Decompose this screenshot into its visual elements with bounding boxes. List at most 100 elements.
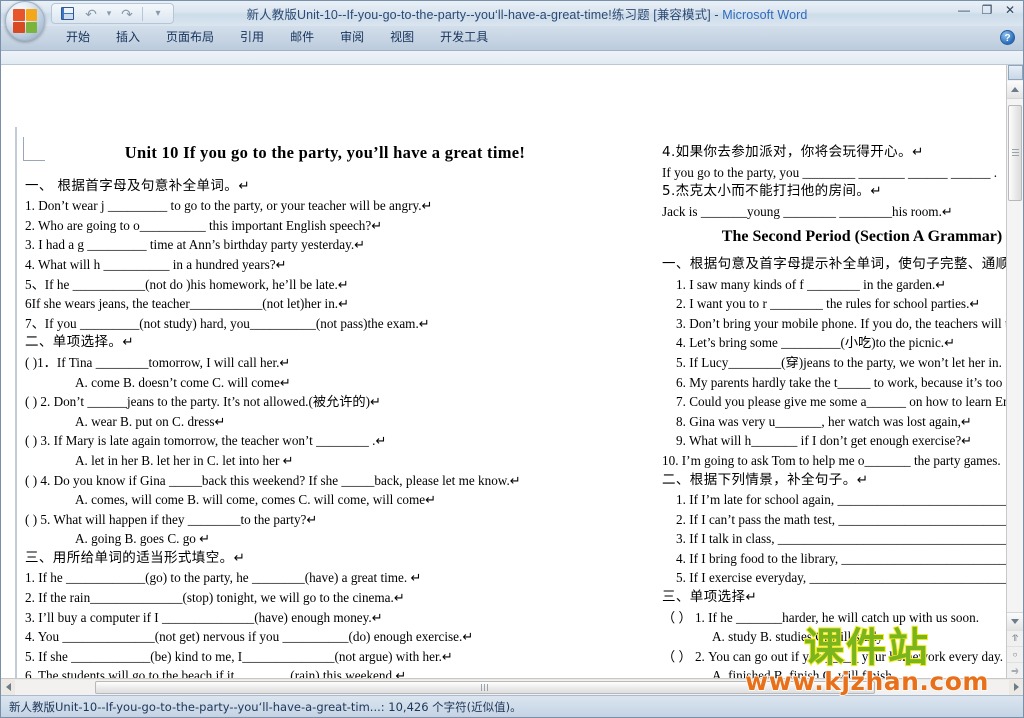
left-line: 3. I had a g _________ time at Ann’s bir…	[25, 237, 366, 253]
left-line: 1. If he ____________(go) to the party, …	[25, 570, 422, 586]
right-line: 8. Gina was very u_______, her watch was…	[676, 413, 972, 429]
tab-insert[interactable]: 插入	[103, 25, 153, 50]
document-work-area: Unit 10 If you go to the party, you’ll h…	[1, 65, 1023, 678]
quick-access-toolbar: ↶ ▾ ↷ ▾	[51, 3, 174, 24]
tab-view[interactable]: 视图	[377, 25, 427, 50]
right-line: 10. I’m going to ask Tom to help me o___…	[662, 452, 1001, 468]
browse-buttons	[1007, 630, 1023, 678]
right-line: If you go to the party, you ________ ___…	[662, 164, 998, 180]
tab-page-layout[interactable]: 页面布局	[153, 25, 227, 50]
right-line: 2. I want you to r ________ the rules fo…	[676, 296, 981, 312]
scroll-down-button[interactable]	[1007, 612, 1023, 630]
left-line: ( ) 4. Do you know if Gina _____back thi…	[25, 472, 521, 488]
save-icon	[60, 7, 74, 20]
left-line: 6If she wears jeans, the teacher________…	[25, 296, 350, 312]
right-line: 3. If I talk in class, _________________…	[676, 531, 1006, 547]
right-line: 4. If I bring food to the library, _____…	[676, 550, 1006, 566]
left-line: ( ) 3. If Mary is late again tomorrow, t…	[25, 433, 387, 449]
window-title-document: 新人教版Unit-10--If-you-go-to-the-party--you…	[246, 8, 711, 22]
left-line: 4. What will h __________ in a hundred y…	[25, 256, 287, 272]
undo-dropdown-icon[interactable]: ▾	[104, 5, 114, 23]
right-line: A. study B. studies C. will study	[712, 629, 884, 645]
left-line: 1. Don’t wear j _________ to go to the p…	[25, 198, 433, 214]
right-line: 1. I saw many kinds of f ________ in the…	[676, 276, 947, 292]
left-line: A. come B. doesn’t come C. will come↵	[75, 374, 291, 390]
office-logo-icon	[13, 9, 37, 33]
right-line: 二、根据下列情景，补全句子。↵	[662, 471, 869, 488]
document-column-right-clip: 4.如果你去参加派对，你将会玩得开心。↵ If you go to the pa…	[647, 125, 1006, 678]
left-line: 4. You ______________(not get) nervous i…	[25, 629, 474, 645]
right-line: 一、根据句意及首字母提示补全单词，使句子完整、通顺。↵	[662, 255, 1006, 272]
right-line: 5. If Lucy________(穿)jeans to the party,…	[676, 354, 1002, 370]
left-line: ( ) 5. What will happen if they ________…	[25, 511, 318, 527]
ruler[interactable]	[1, 51, 1023, 65]
right-line: 4. Let’s bring some _________(小吃)to the …	[676, 335, 956, 351]
horizontal-scroll-track[interactable]	[15, 679, 1009, 695]
document-heading: Unit 10 If you go to the party, you’ll h…	[124, 143, 526, 162]
right-line: 3. Don’t bring your mobile phone. If you…	[676, 315, 1006, 331]
left-line: 7、If you _________(not study) hard, you_…	[25, 315, 430, 331]
tab-developer[interactable]: 开发工具	[427, 25, 501, 50]
right-line: 7. Could you please give me some a______…	[676, 394, 1006, 410]
restore-button[interactable]: ❐	[980, 3, 994, 17]
document-column-right: 4.如果你去参加派对，你将会玩得开心。↵ If you go to the pa…	[662, 143, 1006, 678]
tab-home[interactable]: 开始	[53, 25, 103, 50]
right-line: （ ） 1. If he _______harder, he will catc…	[662, 609, 980, 625]
qat-separator	[142, 6, 143, 21]
vertical-scrollbar[interactable]	[1006, 65, 1023, 678]
title-bar: ↶ ▾ ↷ ▾ 新人教版Unit-10--If-you-go-to-the-pa…	[1, 1, 1023, 41]
select-browse-object-button[interactable]	[1007, 646, 1023, 662]
right-line: （ ） 2. You can go out if you _____ your …	[662, 648, 1003, 664]
scroll-up-button[interactable]	[1007, 81, 1023, 99]
left-line: 一、 根据首字母及句意补全单词。↵	[25, 177, 250, 194]
redo-button[interactable]: ↷	[116, 5, 138, 23]
status-bar: 新人教版Unit-10--If-you-go-to-the-party--you…	[1, 695, 1023, 717]
section-heading: The Second Period (Section A Grammar)	[721, 228, 1003, 246]
left-line: A. let in her B. let her in C. let into …	[75, 452, 294, 468]
left-line: ( ) 2. Don’t ______jeans to the party. I…	[25, 394, 382, 410]
vertical-scroll-thumb[interactable]	[1008, 105, 1022, 201]
previous-page-button[interactable]	[1007, 630, 1023, 646]
save-button[interactable]	[56, 5, 78, 23]
left-line: A. wear B. put on C. dress↵	[75, 413, 226, 429]
undo-button[interactable]: ↶	[80, 5, 102, 23]
next-page-button[interactable]	[1007, 662, 1023, 678]
right-line: 5.杰克太小而不能打扫他的房间。↵	[662, 183, 882, 200]
tab-mailings[interactable]: 邮件	[277, 25, 327, 50]
right-line: 5. If I exercise everyday, _____________…	[676, 570, 1006, 586]
right-line: 6. My parents hardly take the t_____ to …	[676, 374, 1006, 390]
help-icon[interactable]: ?	[1000, 30, 1015, 45]
tab-review[interactable]: 审阅	[327, 25, 377, 50]
window-controls: — ❐ ✕	[957, 3, 1017, 17]
horizontal-scroll-thumb[interactable]	[95, 680, 875, 694]
document-column-left: Unit 10 If you go to the party, you’ll h…	[25, 143, 625, 678]
ribbon-tab-bar: 开始 插入 页面布局 引用 邮件 审阅 视图 开发工具 ?	[1, 26, 1023, 51]
left-line: 二、单项选择。↵	[25, 334, 135, 351]
right-line: 9. What will h_______ if I don’t get eno…	[676, 433, 973, 449]
word-count-status: 新人教版Unit-10--If-you-go-to-the-party--you…	[9, 699, 522, 714]
left-line: 3. I’ll buy a computer if I ____________…	[25, 609, 383, 625]
browse-object-icon[interactable]	[1008, 65, 1023, 80]
horizontal-scrollbar[interactable]	[1, 678, 1023, 695]
tab-references[interactable]: 引用	[227, 25, 277, 50]
close-button[interactable]: ✕	[1003, 3, 1017, 17]
right-line: 三、单项选择↵	[662, 589, 758, 606]
right-line: A. finished B. finish C. will finish	[712, 668, 892, 678]
left-line: ( )1．If Tina ________tomorrow, I will ca…	[25, 354, 291, 370]
scroll-left-button[interactable]	[1, 680, 15, 695]
right-line: Jack is _______young ________ ________hi…	[662, 203, 953, 219]
grip-icon	[1011, 148, 1019, 158]
right-line: 2. If I can’t pass the math test, ______…	[676, 511, 1006, 527]
right-line: 1. If I’m late for school again, _______…	[676, 492, 1006, 508]
right-line: 4.如果你去参加派对，你将会玩得开心。↵	[662, 144, 924, 160]
left-line: 6. The students will go to the beach if …	[25, 668, 407, 678]
left-line: 2. Who are going to o__________ this imp…	[25, 217, 383, 233]
document-page[interactable]: Unit 10 If you go to the party, you’ll h…	[1, 65, 1006, 678]
office-button[interactable]	[5, 1, 45, 41]
chevron-up-icon	[1011, 87, 1019, 92]
customize-quick-access-button[interactable]: ▾	[147, 5, 169, 23]
scroll-right-button[interactable]	[1009, 680, 1023, 695]
vertical-scroll-track[interactable]	[1007, 99, 1023, 612]
minimize-button[interactable]: —	[957, 3, 971, 17]
left-line: 5. If she ____________(be) kind to me, I…	[25, 648, 453, 664]
